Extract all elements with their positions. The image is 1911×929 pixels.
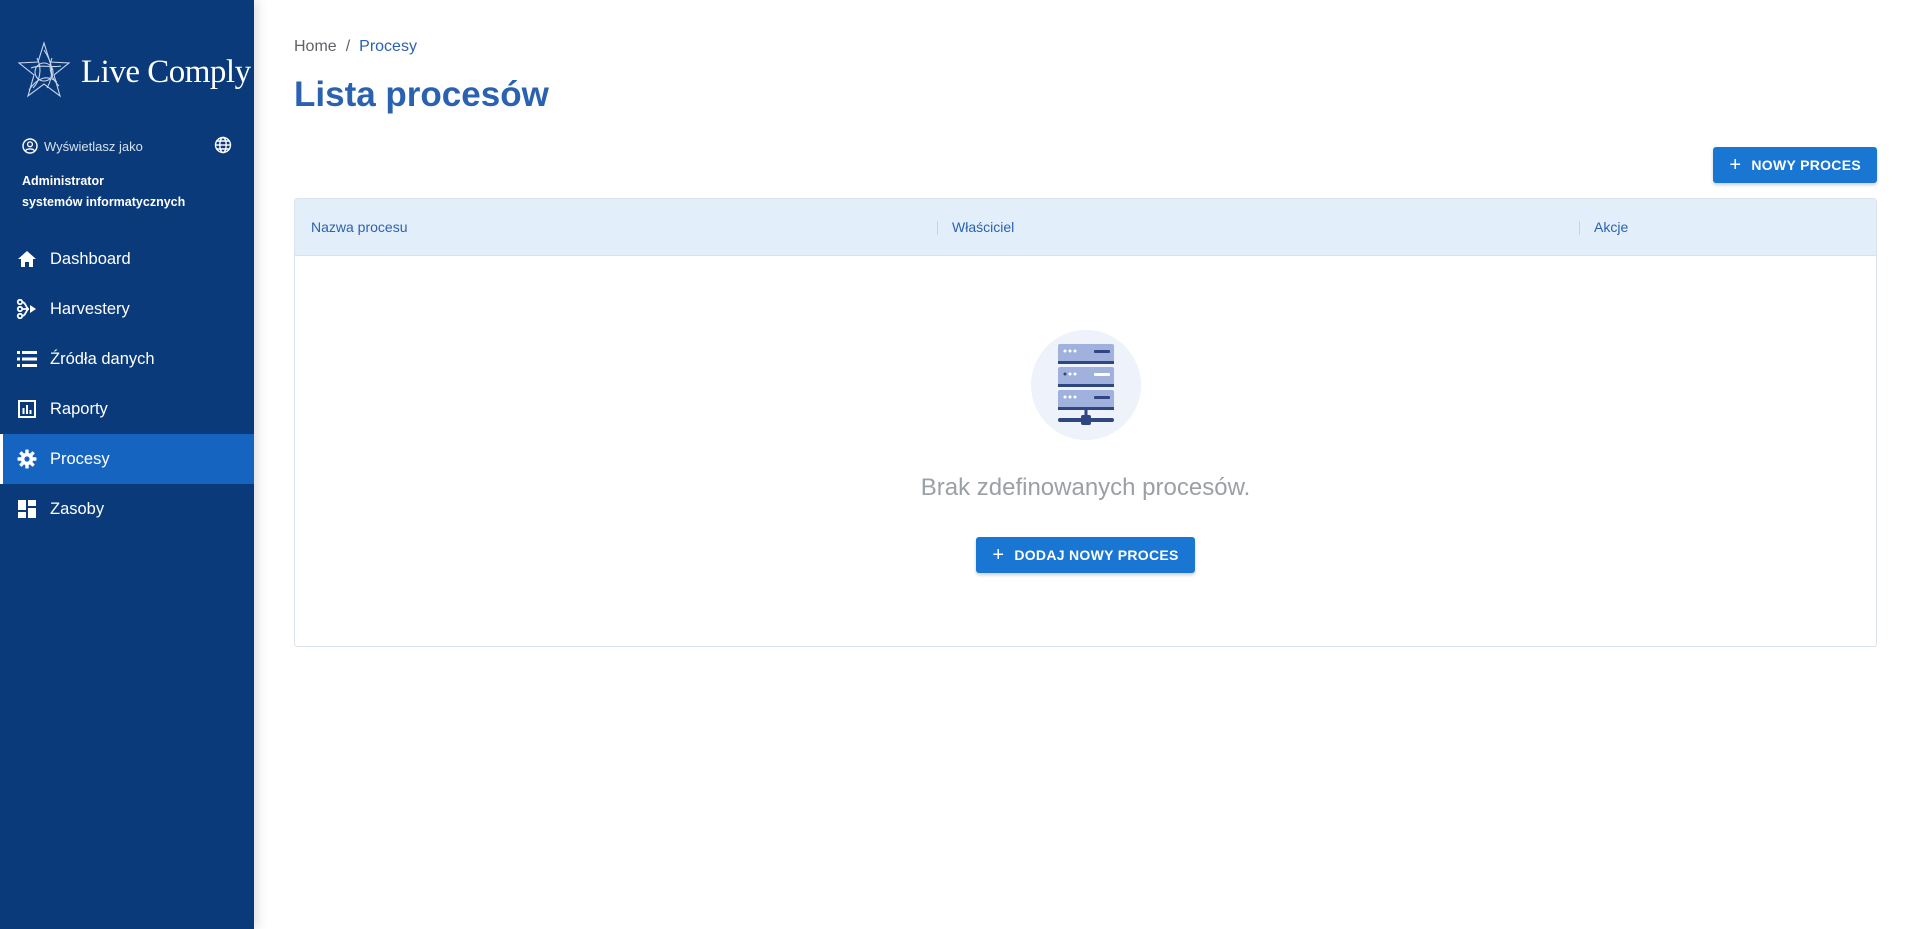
sidebar-item-raporty[interactable]: Raporty [0, 384, 254, 434]
breadcrumb-home[interactable]: Home [294, 38, 337, 55]
role-line-2: systemów informatycznych [22, 195, 186, 209]
gear-icon [16, 448, 38, 470]
sidebar-item-label: Zasoby [50, 499, 105, 518]
home-icon [16, 248, 38, 270]
sidebar-item-label: Raporty [50, 399, 108, 418]
role-line-1: Administrator [22, 174, 104, 188]
user-role: Administrator systemów informatycznych [22, 171, 185, 213]
empty-state-message: Brak zdefinowanych procesów. [920, 474, 1251, 501]
dashboard-grid-icon [16, 498, 38, 520]
plus-icon: + [992, 544, 1005, 566]
column-header-owner[interactable]: Właściciel [936, 199, 1014, 255]
sidebar-item-label: Harvestery [50, 299, 130, 318]
sidebar-item-harvestery[interactable]: Harvestery [0, 284, 254, 334]
viewing-as-label: Wyświetlasz jako [44, 138, 143, 154]
server-illustration-icon [1030, 330, 1141, 440]
sidebar-item-dashboard[interactable]: Dashboard [0, 234, 254, 284]
sidebar-item-label: Dashboard [50, 249, 131, 268]
plus-icon: + [1729, 154, 1742, 176]
globe-icon[interactable] [214, 136, 232, 154]
star-logo-icon [17, 40, 71, 105]
column-header-actions: Akcje [1578, 199, 1628, 255]
breadcrumb-separator: / [345, 38, 351, 55]
new-process-label: NOWY PROCES [1751, 157, 1861, 173]
sidebar-nav: Dashboard Harvestery Źródła danych Rapor… [0, 234, 254, 534]
page-title: Lista procesów [294, 75, 549, 114]
table-header: Nazwa procesu Właściciel Akcje [295, 199, 1876, 256]
account-circle-icon [22, 138, 38, 154]
list-icon [16, 348, 38, 370]
new-process-button[interactable]: + NOWY PROCES [1713, 147, 1877, 183]
add-process-label: DODAJ NOWY PROCES [1014, 547, 1179, 563]
process-table: Nazwa procesu Właściciel Akcje Brak zdef… [294, 198, 1877, 647]
sidebar-item-procesy[interactable]: Procesy [0, 434, 254, 484]
report-chart-icon [16, 398, 38, 420]
brand-name: Live Comply [81, 54, 251, 90]
breadcrumb-current[interactable]: Procesy [359, 38, 417, 55]
logo[interactable]: Live Comply [17, 40, 251, 105]
column-header-name[interactable]: Nazwa procesu [311, 199, 408, 255]
add-process-button[interactable]: + DODAJ NOWY PROCES [976, 537, 1195, 573]
empty-state: Brak zdefinowanych procesów. + DODAJ NOW… [295, 330, 1876, 573]
breadcrumb: Home / Procesy [294, 38, 417, 56]
sidebar-item-zrodla-danych[interactable]: Źródła danych [0, 334, 254, 384]
viewing-as: Wyświetlasz jako [22, 136, 232, 154]
sidebar-item-zasoby[interactable]: Zasoby [0, 484, 254, 534]
sidebar: Live Comply Wyświetlasz jako Administrat… [0, 0, 254, 929]
sidebar-item-label: Źródła danych [50, 349, 155, 368]
sidebar-item-label: Procesy [50, 449, 110, 468]
harvester-icon [16, 298, 38, 320]
